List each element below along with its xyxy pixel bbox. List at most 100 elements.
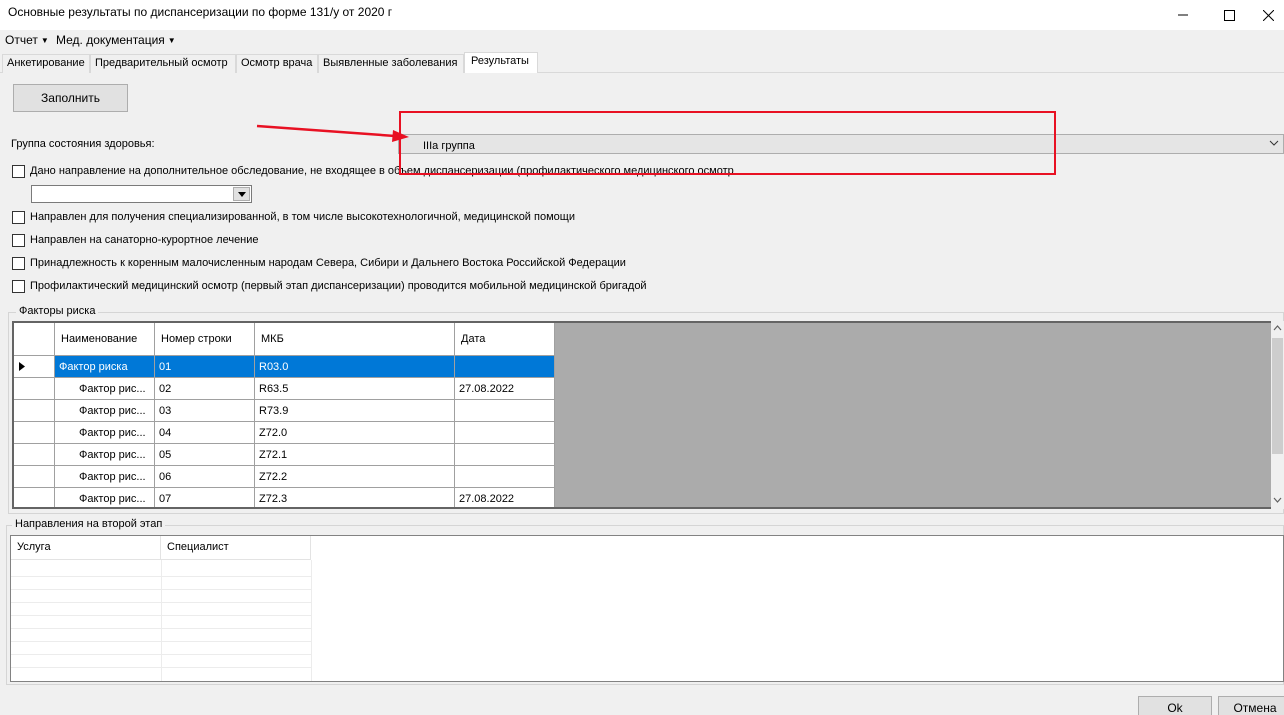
cell-date[interactable]: 27.08.2022 [455, 488, 555, 507]
row-divider [11, 641, 311, 642]
extra-exam-select[interactable] [31, 185, 252, 203]
title-bar: Основные результаты по диспансеризации п… [0, 0, 1284, 30]
row-header[interactable] [14, 378, 55, 400]
menu-bar: Отчет ▼ Мед. документация ▼ [0, 30, 1284, 52]
cell-name[interactable]: Фактор рис... [55, 444, 155, 466]
row-header[interactable] [14, 356, 55, 378]
footer [0, 690, 1284, 715]
sanatorium-checkbox[interactable] [12, 234, 25, 247]
chevron-down-icon [237, 191, 246, 197]
window-title: Основные результаты по диспансеризации п… [8, 5, 393, 19]
current-row-icon [19, 362, 25, 371]
menu-report-label: Отчет [5, 33, 38, 47]
cell-date[interactable] [455, 466, 555, 488]
table-row[interactable]: Фактор рис... 02 R63.5 27.08.2022 [14, 378, 555, 400]
table-row[interactable]: Фактор риска 01 R03.0 [14, 356, 555, 378]
indigenous-checkbox[interactable] [12, 257, 25, 270]
cell-name[interactable]: Фактор риска [55, 356, 155, 378]
tab-diseases[interactable]: Выявленные заболевания [318, 54, 464, 73]
maximize-icon [1223, 9, 1235, 21]
cell-mkb[interactable]: R03.0 [255, 356, 455, 378]
col-header-row-number[interactable]: Номер строки [155, 323, 255, 356]
row-divider [11, 615, 311, 616]
chevron-down-icon: ▼ [167, 36, 176, 45]
table-row[interactable]: Фактор рис... 03 R73.9 [14, 400, 555, 422]
scroll-thumb[interactable] [1272, 338, 1283, 454]
col-header-specialist[interactable]: Специалист [161, 536, 311, 560]
cell-row-number[interactable]: 05 [155, 444, 255, 466]
health-group-label: Группа состояния здоровья: [11, 138, 155, 150]
cell-date[interactable]: 27.08.2022 [455, 378, 555, 400]
grid-corner [14, 323, 55, 356]
cell-date[interactable] [455, 444, 555, 466]
specialized-care-checkbox[interactable] [12, 211, 25, 224]
second-stage-grid[interactable]: Услуга Специалист [10, 535, 1284, 682]
row-divider [11, 576, 311, 577]
table-row[interactable]: Фактор рис... 04 Z72.0 [14, 422, 555, 444]
table-row[interactable]: Фактор рис... 07 Z72.3 27.08.2022 [14, 488, 555, 507]
row-header[interactable] [14, 444, 55, 466]
cell-row-number[interactable]: 07 [155, 488, 255, 507]
cell-mkb[interactable]: Z72.2 [255, 466, 455, 488]
cell-mkb[interactable]: R63.5 [255, 378, 455, 400]
cell-mkb[interactable]: Z72.3 [255, 488, 455, 507]
table-row[interactable]: Фактор рис... 05 Z72.1 [14, 444, 555, 466]
mobile-brigade-label: Профилактический медицинский осмотр (пер… [30, 280, 647, 292]
tab-preliminary-exam[interactable]: Предварительный осмотр [90, 54, 236, 73]
second-stage-title: Направления на второй этап [12, 518, 166, 530]
cell-date[interactable] [455, 400, 555, 422]
sanatorium-label: Направлен на санаторно-курортное лечение [30, 234, 259, 246]
risk-factors-scrollbar[interactable] [1271, 321, 1284, 509]
cell-mkb[interactable]: R73.9 [255, 400, 455, 422]
scroll-up-icon [1273, 325, 1282, 331]
risk-factors-title: Факторы риска [16, 305, 99, 317]
tab-questionnaire[interactable]: Анкетирование [2, 54, 90, 73]
minimize-button[interactable] [1160, 0, 1206, 30]
chevron-down-icon: ▼ [40, 36, 49, 45]
cell-name[interactable]: Фактор рис... [55, 400, 155, 422]
chevron-down-icon [1269, 138, 1279, 151]
extra-exam-checkbox[interactable] [12, 165, 25, 178]
menu-report[interactable]: Отчет ▼ [5, 33, 49, 47]
menu-med-docs-label: Мед. документация [56, 33, 165, 47]
mobile-brigade-checkbox[interactable] [12, 280, 25, 293]
col-header-mkb[interactable]: МКБ [255, 323, 455, 356]
close-button[interactable] [1252, 0, 1284, 30]
col-header-service[interactable]: Услуга [11, 536, 161, 560]
tab-results[interactable]: Результаты [464, 52, 538, 74]
cell-mkb[interactable]: Z72.0 [255, 422, 455, 444]
cell-row-number[interactable]: 06 [155, 466, 255, 488]
ok-button[interactable]: Ok [1138, 696, 1212, 715]
cancel-button[interactable]: Отмена [1218, 696, 1284, 715]
cell-name[interactable]: Фактор рис... [55, 488, 155, 507]
highlight-box [399, 111, 1056, 175]
row-header[interactable] [14, 400, 55, 422]
cell-row-number[interactable]: 03 [155, 400, 255, 422]
fill-button[interactable]: Заполнить [13, 84, 128, 112]
row-header[interactable] [14, 488, 55, 507]
dropdown-button[interactable] [233, 187, 250, 201]
row-header[interactable] [14, 422, 55, 444]
red-arrow-icon [256, 124, 409, 142]
cell-row-number[interactable]: 04 [155, 422, 255, 444]
cell-mkb[interactable]: Z72.1 [255, 444, 455, 466]
close-icon [1262, 9, 1274, 21]
cell-row-number[interactable]: 02 [155, 378, 255, 400]
tab-doctor-exam[interactable]: Осмотр врача [236, 54, 318, 73]
cell-name[interactable]: Фактор рис... [55, 466, 155, 488]
table-row[interactable]: Фактор рис... 06 Z72.2 [14, 466, 555, 488]
cell-name[interactable]: Фактор рис... [55, 422, 155, 444]
col-header-name[interactable]: Наименование [55, 323, 155, 356]
row-header[interactable] [14, 466, 55, 488]
cell-date[interactable] [455, 422, 555, 444]
maximize-button[interactable] [1206, 0, 1252, 30]
cell-name[interactable]: Фактор рис... [55, 378, 155, 400]
column-divider [161, 560, 162, 681]
menu-med-docs[interactable]: Мед. документация ▼ [56, 33, 176, 47]
column-divider [311, 560, 312, 681]
col-header-date[interactable]: Дата [455, 323, 555, 356]
risk-factors-grid[interactable]: Наименование Номер строки МКБ Дата Факто… [12, 321, 1284, 509]
cell-date[interactable] [455, 356, 555, 378]
cell-row-number[interactable]: 01 [155, 356, 255, 378]
scroll-down-icon [1273, 497, 1282, 503]
